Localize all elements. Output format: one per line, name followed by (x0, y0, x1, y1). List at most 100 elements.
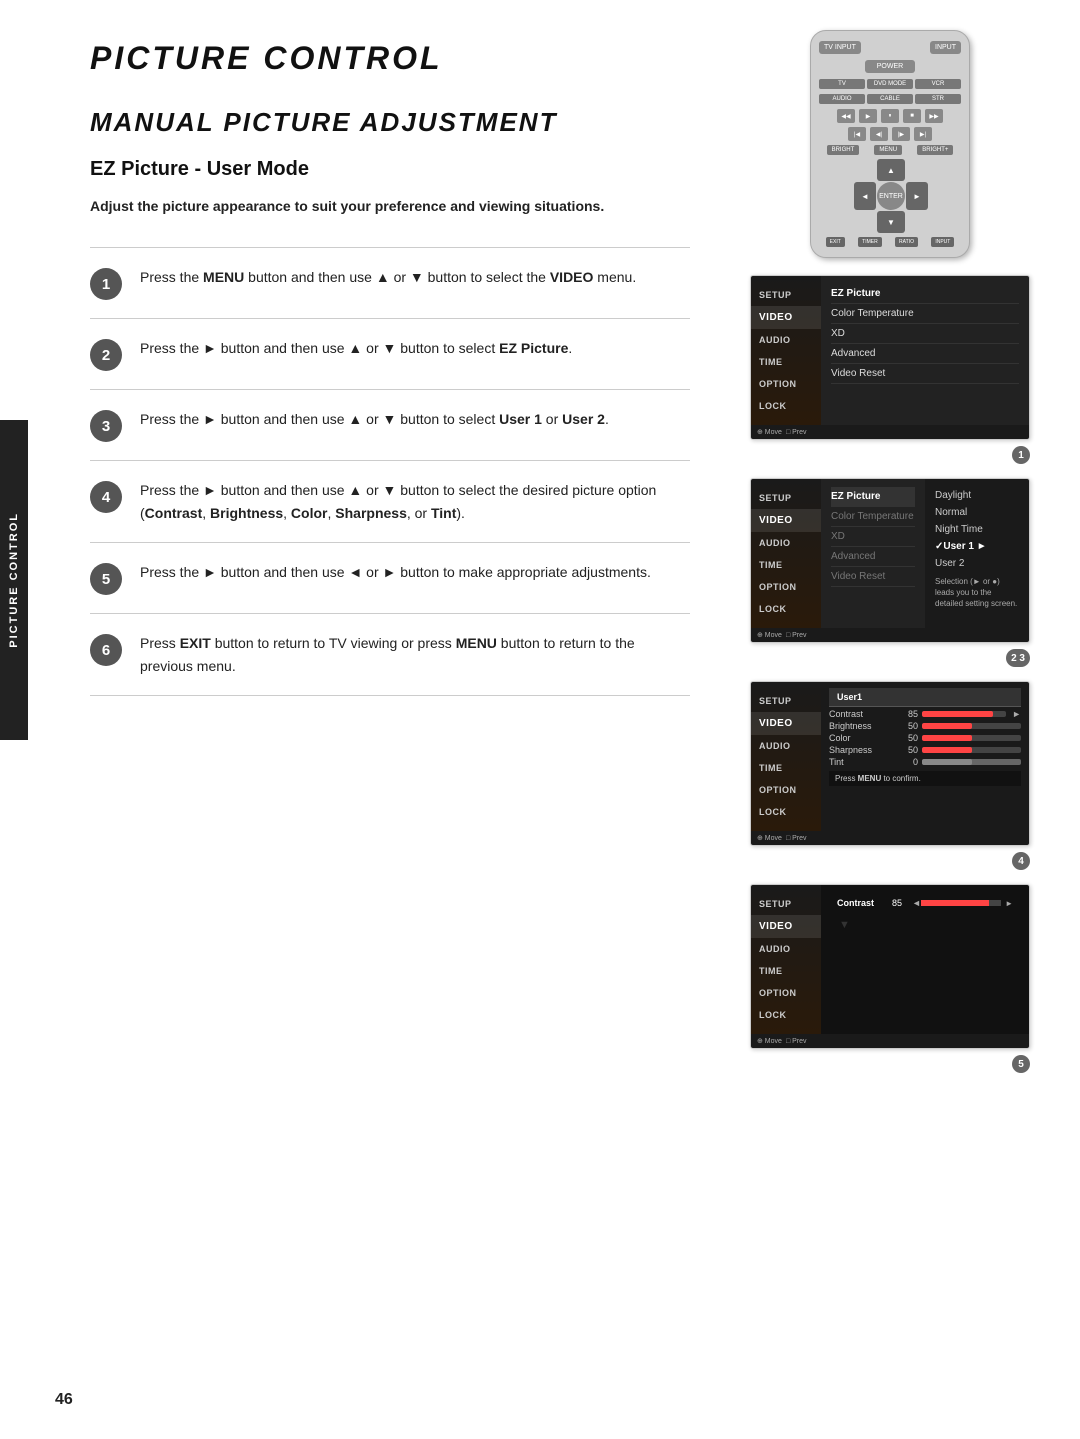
pause-btn: ⏸ (881, 109, 899, 123)
sharpness-row: Sharpness 50 (829, 745, 1021, 755)
side-tab: PICTURE CONTROL (0, 420, 28, 740)
confirm-note: Press MENU to confirm. (829, 771, 1021, 786)
side-tab-label: PICTURE CONTROL (8, 512, 20, 648)
screenshot-2-wrapper: SETUP VIDEO AUDIO TIME OPTION LOCK EZ Pi… (750, 478, 1030, 667)
play-btn: ▶ (859, 109, 877, 123)
step-5-number: 5 (90, 563, 122, 595)
s2-setup: SETUP (751, 487, 821, 509)
nav-empty-bl (854, 211, 876, 233)
s3-option: OPTION (751, 779, 821, 801)
brightness-track (922, 723, 1021, 729)
nav-right-btn[interactable]: ► (906, 182, 928, 210)
screenshot-1-nav: ⊕ Move □ Prev (751, 425, 1029, 439)
screenshot-3-nav: ⊕ Move □ Prev (751, 831, 1029, 845)
subsection-title: EZ Picture - User Mode (90, 158, 690, 181)
opt-user2: User 2 (935, 555, 1019, 572)
s2-time: TIME (751, 554, 821, 576)
nav-move-icon: ⊕ Move (757, 428, 782, 436)
tint-val: 0 (898, 757, 918, 767)
step-3-text: Press the ► button and then use ▲ or ▼ b… (140, 408, 609, 430)
s4-video: VIDEO (751, 915, 821, 938)
str-btn: STR (915, 94, 961, 104)
ratio-btn: RATIO (895, 237, 918, 247)
bottom-row: EXIT TIMER RATIO INPUT (819, 237, 961, 247)
nav-left-btn[interactable]: ◄ (854, 182, 876, 210)
dvd-btn: DVD MODE (867, 79, 913, 89)
step-4-number: 4 (90, 481, 122, 513)
s3-setup: SETUP (751, 690, 821, 712)
color-label: Color (829, 733, 894, 743)
s2-nav-move: ⊕ Move (757, 631, 782, 639)
step-2-text: Press the ► button and then use ▲ or ▼ b… (140, 337, 572, 359)
step-1-text: Press the MENU button and then use ▲ or … (140, 266, 636, 288)
step-3-number: 3 (90, 410, 122, 442)
brightness-row: Brightness 50 (829, 721, 1021, 731)
menu-video-reset: Video Reset (831, 364, 1019, 384)
s3-nav-prev: □ Prev (786, 835, 807, 842)
menu-btn[interactable]: MENU (874, 145, 902, 155)
left-arrow: ◄ (912, 898, 921, 908)
audio-btn: AUDIO (819, 94, 865, 104)
screenshot-3-inner: SETUP VIDEO AUDIO TIME OPTION LOCK User1… (751, 682, 1029, 831)
screenshot-3-wrapper: SETUP VIDEO AUDIO TIME OPTION LOCK User1… (750, 681, 1030, 870)
nav-down-btn[interactable]: ▼ (877, 211, 905, 233)
screenshot-1-wrapper: SETUP VIDEO AUDIO TIME OPTION LOCK EZ Pi… (750, 275, 1030, 464)
s3-nav-move: ⊕ Move (757, 834, 782, 842)
sidebar-audio: AUDIO (751, 329, 821, 351)
nav-empty-tl (854, 159, 876, 181)
input-btn: INPUT (930, 41, 961, 54)
tint-track (922, 759, 1021, 765)
s3-lock: LOCK (751, 801, 821, 823)
selection-note: Selection (► or ●) leads you to the deta… (935, 572, 1019, 614)
power-btn: POWER (865, 60, 915, 73)
s2-option: OPTION (751, 576, 821, 598)
nav-enter-btn[interactable]: ENTER (877, 182, 905, 210)
exit-btn[interactable]: EXIT (826, 237, 845, 247)
screenshot-1-sidebar: SETUP VIDEO AUDIO TIME OPTION LOCK (751, 276, 821, 425)
media-row: |◀ ◀| |▶ ▶| (819, 127, 961, 141)
next2-btn: ▶| (914, 127, 932, 141)
screenshot-4-nav: ⊕ Move □ Prev (751, 1034, 1029, 1048)
brightness-val: 50 (898, 721, 918, 731)
vcr-btn: VCR (915, 79, 961, 89)
badge-1: 1 (1012, 446, 1030, 464)
tv-input-btn: TV INPUT (819, 41, 861, 54)
menu-color-temp: Color Temperature (831, 304, 1019, 324)
s4-audio: AUDIO (751, 938, 821, 960)
s3-time: TIME (751, 757, 821, 779)
screenshot-2: SETUP VIDEO AUDIO TIME OPTION LOCK EZ Pi… (750, 478, 1030, 643)
screenshot-2-main: EZ Picture Color Temperature XD Advanced… (821, 479, 925, 628)
s2-xd: XD (831, 527, 915, 547)
brightness-fill (922, 723, 972, 729)
screenshot-2-content: Daylight Normal Night Time ✓User 1 ► Use… (925, 479, 1029, 628)
contrast-track (922, 711, 1006, 717)
badge-5: 5 (1012, 1055, 1030, 1073)
menu-xd: XD (831, 324, 1019, 344)
step-6: 6 Press EXIT button to return to TV view… (90, 614, 690, 696)
rew-btn: ◀◀ (837, 109, 855, 123)
contrast-single-fill (921, 900, 989, 906)
opt-nighttime: Night Time (935, 521, 1019, 538)
bright2-btn: BRIGHT+ (917, 145, 953, 155)
cable-btn: CABLE (867, 94, 913, 104)
screenshot-2-sidebar: SETUP VIDEO AUDIO TIME OPTION LOCK (751, 479, 821, 628)
s2-audio: AUDIO (751, 532, 821, 554)
color-fill (922, 735, 972, 741)
contrast-single-row: Contrast 85 ◄ ► (829, 893, 1021, 913)
ffw-btn: ▶▶ (925, 109, 943, 123)
s4-lock: LOCK (751, 1004, 821, 1026)
down-arrow-indicator: ▼ (839, 919, 1021, 931)
nav-up-btn[interactable]: ▲ (877, 159, 905, 181)
option-word: option (618, 482, 656, 498)
badge-4: 4 (1012, 852, 1030, 870)
color-track (922, 735, 1021, 741)
tint-fill (922, 759, 972, 765)
s2-video: VIDEO (751, 509, 821, 532)
step-6-number: 6 (90, 634, 122, 666)
intro-text: Adjust the picture appearance to suit yo… (90, 195, 690, 217)
screenshot-1: SETUP VIDEO AUDIO TIME OPTION LOCK EZ Pi… (750, 275, 1030, 440)
contrast-single-val: 85 (892, 898, 912, 908)
audio-row: AUDIO CABLE STR (819, 94, 961, 104)
bright-btn: BRIGHT (827, 145, 860, 155)
step-4: 4 Press the ► button and then use ▲ or ▼… (90, 461, 690, 543)
